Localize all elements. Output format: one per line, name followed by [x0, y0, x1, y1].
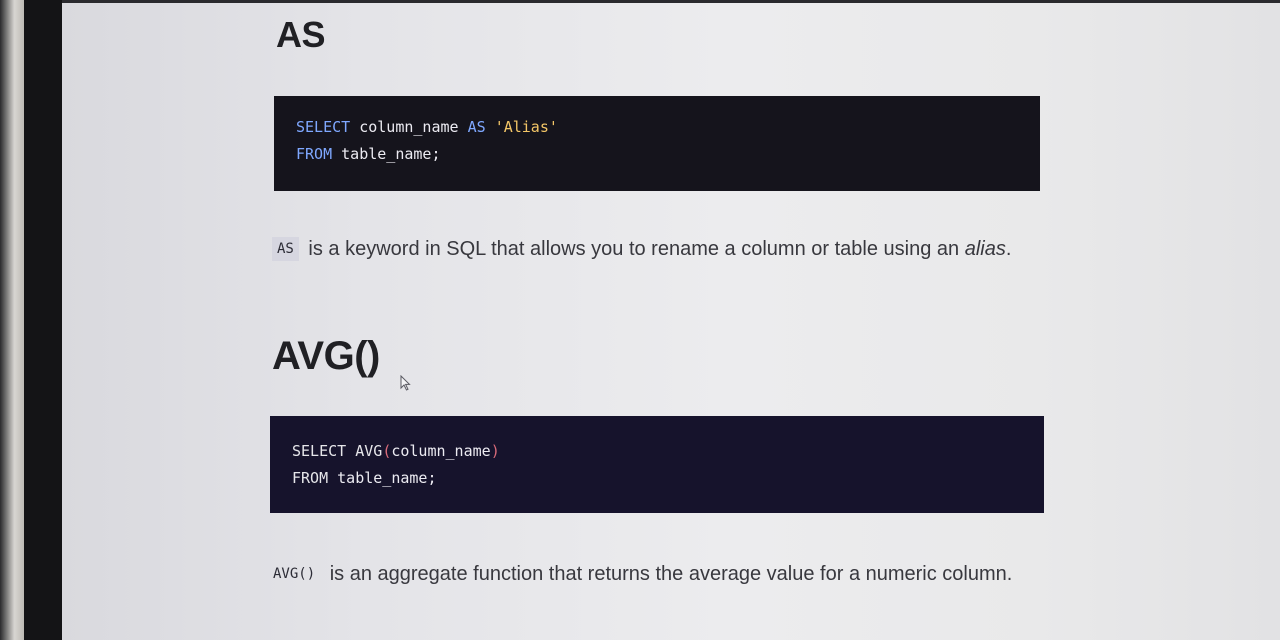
code-line-1: SELECT AVG(column_name): [292, 438, 1044, 465]
code-keyword: SELECT: [292, 442, 347, 460]
code-block-avg[interactable]: SELECT AVG(column_name) FROM table_name;: [270, 416, 1044, 513]
description-avg: AVG() is an aggregate function that retu…: [268, 554, 1058, 594]
code-paren-open: (: [382, 442, 392, 460]
code-function: AVG: [346, 442, 383, 460]
screen: AS SELECT column_name AS 'Alias' FROM ta…: [62, 0, 1280, 640]
monitor-bezel-left: [0, 0, 24, 640]
code-keyword: AS: [467, 118, 486, 136]
code-keyword: SELECT: [296, 118, 351, 136]
code-line-2: FROM table_name;: [296, 141, 1040, 168]
code-paren-close: ): [490, 442, 500, 460]
code-keyword: FROM: [292, 469, 329, 487]
inline-code-as: AS: [272, 237, 299, 261]
description-emphasis: alias: [964, 238, 1006, 260]
description-text-end: .: [1005, 238, 1012, 260]
code-keyword: FROM: [296, 145, 333, 163]
code-identifier: column_name: [350, 118, 468, 136]
description-as: AS is a keyword in SQL that allows you t…: [272, 231, 1032, 267]
section-heading-avg: AVG(): [272, 334, 380, 378]
code-string: 'Alias': [494, 118, 558, 136]
description-text: is a keyword in SQL that allows you to r…: [308, 238, 965, 260]
code-line-1: SELECT column_name AS 'Alias': [296, 114, 1040, 141]
inline-code-avg: AVG(): [273, 566, 316, 582]
monitor-frame: [24, 0, 64, 640]
code-block-as[interactable]: SELECT column_name AS 'Alias' FROM table…: [274, 96, 1040, 191]
code-identifier: table_name;: [328, 469, 437, 487]
section-heading-as: AS: [276, 14, 326, 55]
code-identifier: table_name;: [332, 145, 441, 163]
mouse-pointer-icon: [400, 375, 411, 391]
code-line-2: FROM table_name;: [292, 465, 1044, 492]
screen-top-edge: [62, 0, 1280, 3]
description-text: is an aggregate function that returns th…: [329, 563, 1013, 585]
code-identifier: column_name: [391, 442, 491, 460]
